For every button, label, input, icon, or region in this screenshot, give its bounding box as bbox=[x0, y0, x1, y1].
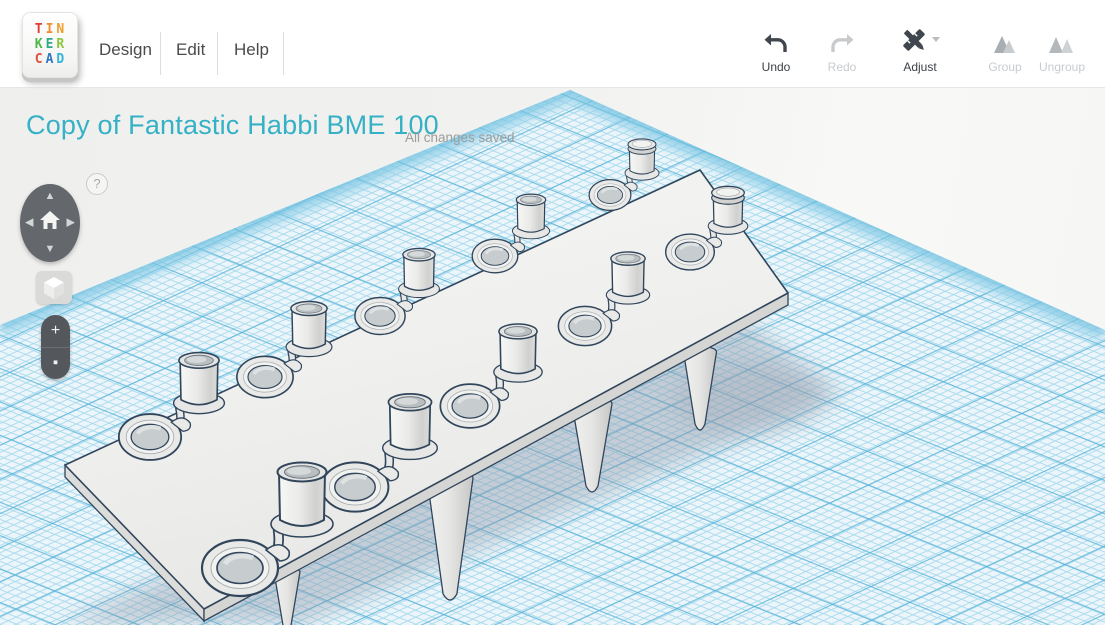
menu-edit[interactable]: Edit bbox=[176, 40, 205, 60]
3d-viewport[interactable] bbox=[0, 88, 1105, 625]
pcr-tube[interactable] bbox=[271, 463, 333, 538]
undo-label: Undo bbox=[762, 60, 791, 74]
view-cube-button[interactable] bbox=[36, 271, 72, 304]
redo-button[interactable]: Redo bbox=[810, 24, 874, 74]
pcr-tube[interactable] bbox=[512, 194, 549, 239]
cube-icon bbox=[43, 276, 65, 300]
logo-letter: N bbox=[56, 23, 65, 37]
zoom-in-button[interactable]: + bbox=[41, 315, 70, 348]
logo-letter: R bbox=[56, 38, 65, 52]
zoom-controls: + ▪ bbox=[41, 315, 70, 379]
tinkercad-app: T I N K E R C A D Design Edit Help bbox=[0, 0, 1105, 625]
adjust-icon bbox=[899, 24, 941, 54]
help-button[interactable]: ? bbox=[86, 173, 108, 195]
zoom-out-button[interactable]: ▪ bbox=[41, 348, 70, 380]
redo-label: Redo bbox=[828, 60, 857, 74]
rotate-left-icon[interactable]: ◀ bbox=[25, 218, 33, 229]
tinkercad-logo[interactable]: T I N K E R C A D bbox=[22, 12, 78, 78]
adjust-label: Adjust bbox=[903, 60, 936, 74]
ungroup-icon bbox=[1048, 24, 1076, 54]
pcr-tube[interactable] bbox=[494, 324, 542, 382]
group-button[interactable]: Group bbox=[973, 24, 1037, 74]
rotate-down-icon[interactable]: ▼ bbox=[45, 244, 56, 255]
ungroup-label: Ungroup bbox=[1039, 60, 1085, 74]
pcr-tube[interactable] bbox=[286, 301, 332, 356]
home-view-icon[interactable] bbox=[39, 210, 61, 235]
logo-letter: K bbox=[35, 38, 44, 52]
adjust-button[interactable]: Adjust bbox=[888, 24, 952, 74]
redo-icon bbox=[830, 24, 854, 54]
pcr-tube[interactable] bbox=[399, 248, 440, 297]
save-status: All changes saved bbox=[405, 130, 515, 145]
menu-help[interactable]: Help bbox=[234, 40, 269, 60]
menu-separator bbox=[283, 32, 284, 75]
pcr-tube[interactable] bbox=[708, 186, 748, 234]
logo-letter: A bbox=[46, 53, 55, 67]
ungroup-button[interactable]: Ungroup bbox=[1030, 24, 1094, 74]
group-icon bbox=[992, 24, 1018, 54]
pcr-tube[interactable] bbox=[606, 252, 649, 304]
undo-button[interactable]: Undo bbox=[744, 24, 808, 74]
rotate-right-icon[interactable]: ▶ bbox=[67, 218, 75, 229]
undo-icon bbox=[764, 24, 788, 54]
orbit-control[interactable]: ▲ ▼ ◀ ▶ bbox=[20, 184, 80, 262]
group-label: Group bbox=[988, 60, 1021, 74]
pcr-tube[interactable] bbox=[383, 394, 438, 460]
logo-letter: C bbox=[35, 53, 44, 67]
pcr-tube[interactable] bbox=[625, 139, 659, 180]
logo-letter: T bbox=[35, 23, 44, 37]
top-toolbar: T I N K E R C A D Design Edit Help bbox=[0, 0, 1105, 88]
design-title[interactable]: Copy of Fantastic Habbi BME 100 bbox=[26, 110, 439, 141]
logo-letter: I bbox=[46, 23, 55, 37]
rotate-up-icon[interactable]: ▲ bbox=[45, 191, 56, 202]
menu-separator bbox=[217, 32, 218, 75]
logo-letter: D bbox=[56, 53, 65, 67]
3d-scene: Copy of Fantastic Habbi BME 100 All chan… bbox=[0, 88, 1105, 625]
pcr-tube[interactable] bbox=[174, 353, 225, 414]
menu-separator bbox=[160, 32, 161, 75]
logo-letter: E bbox=[46, 38, 55, 52]
menu-design[interactable]: Design bbox=[99, 40, 152, 60]
